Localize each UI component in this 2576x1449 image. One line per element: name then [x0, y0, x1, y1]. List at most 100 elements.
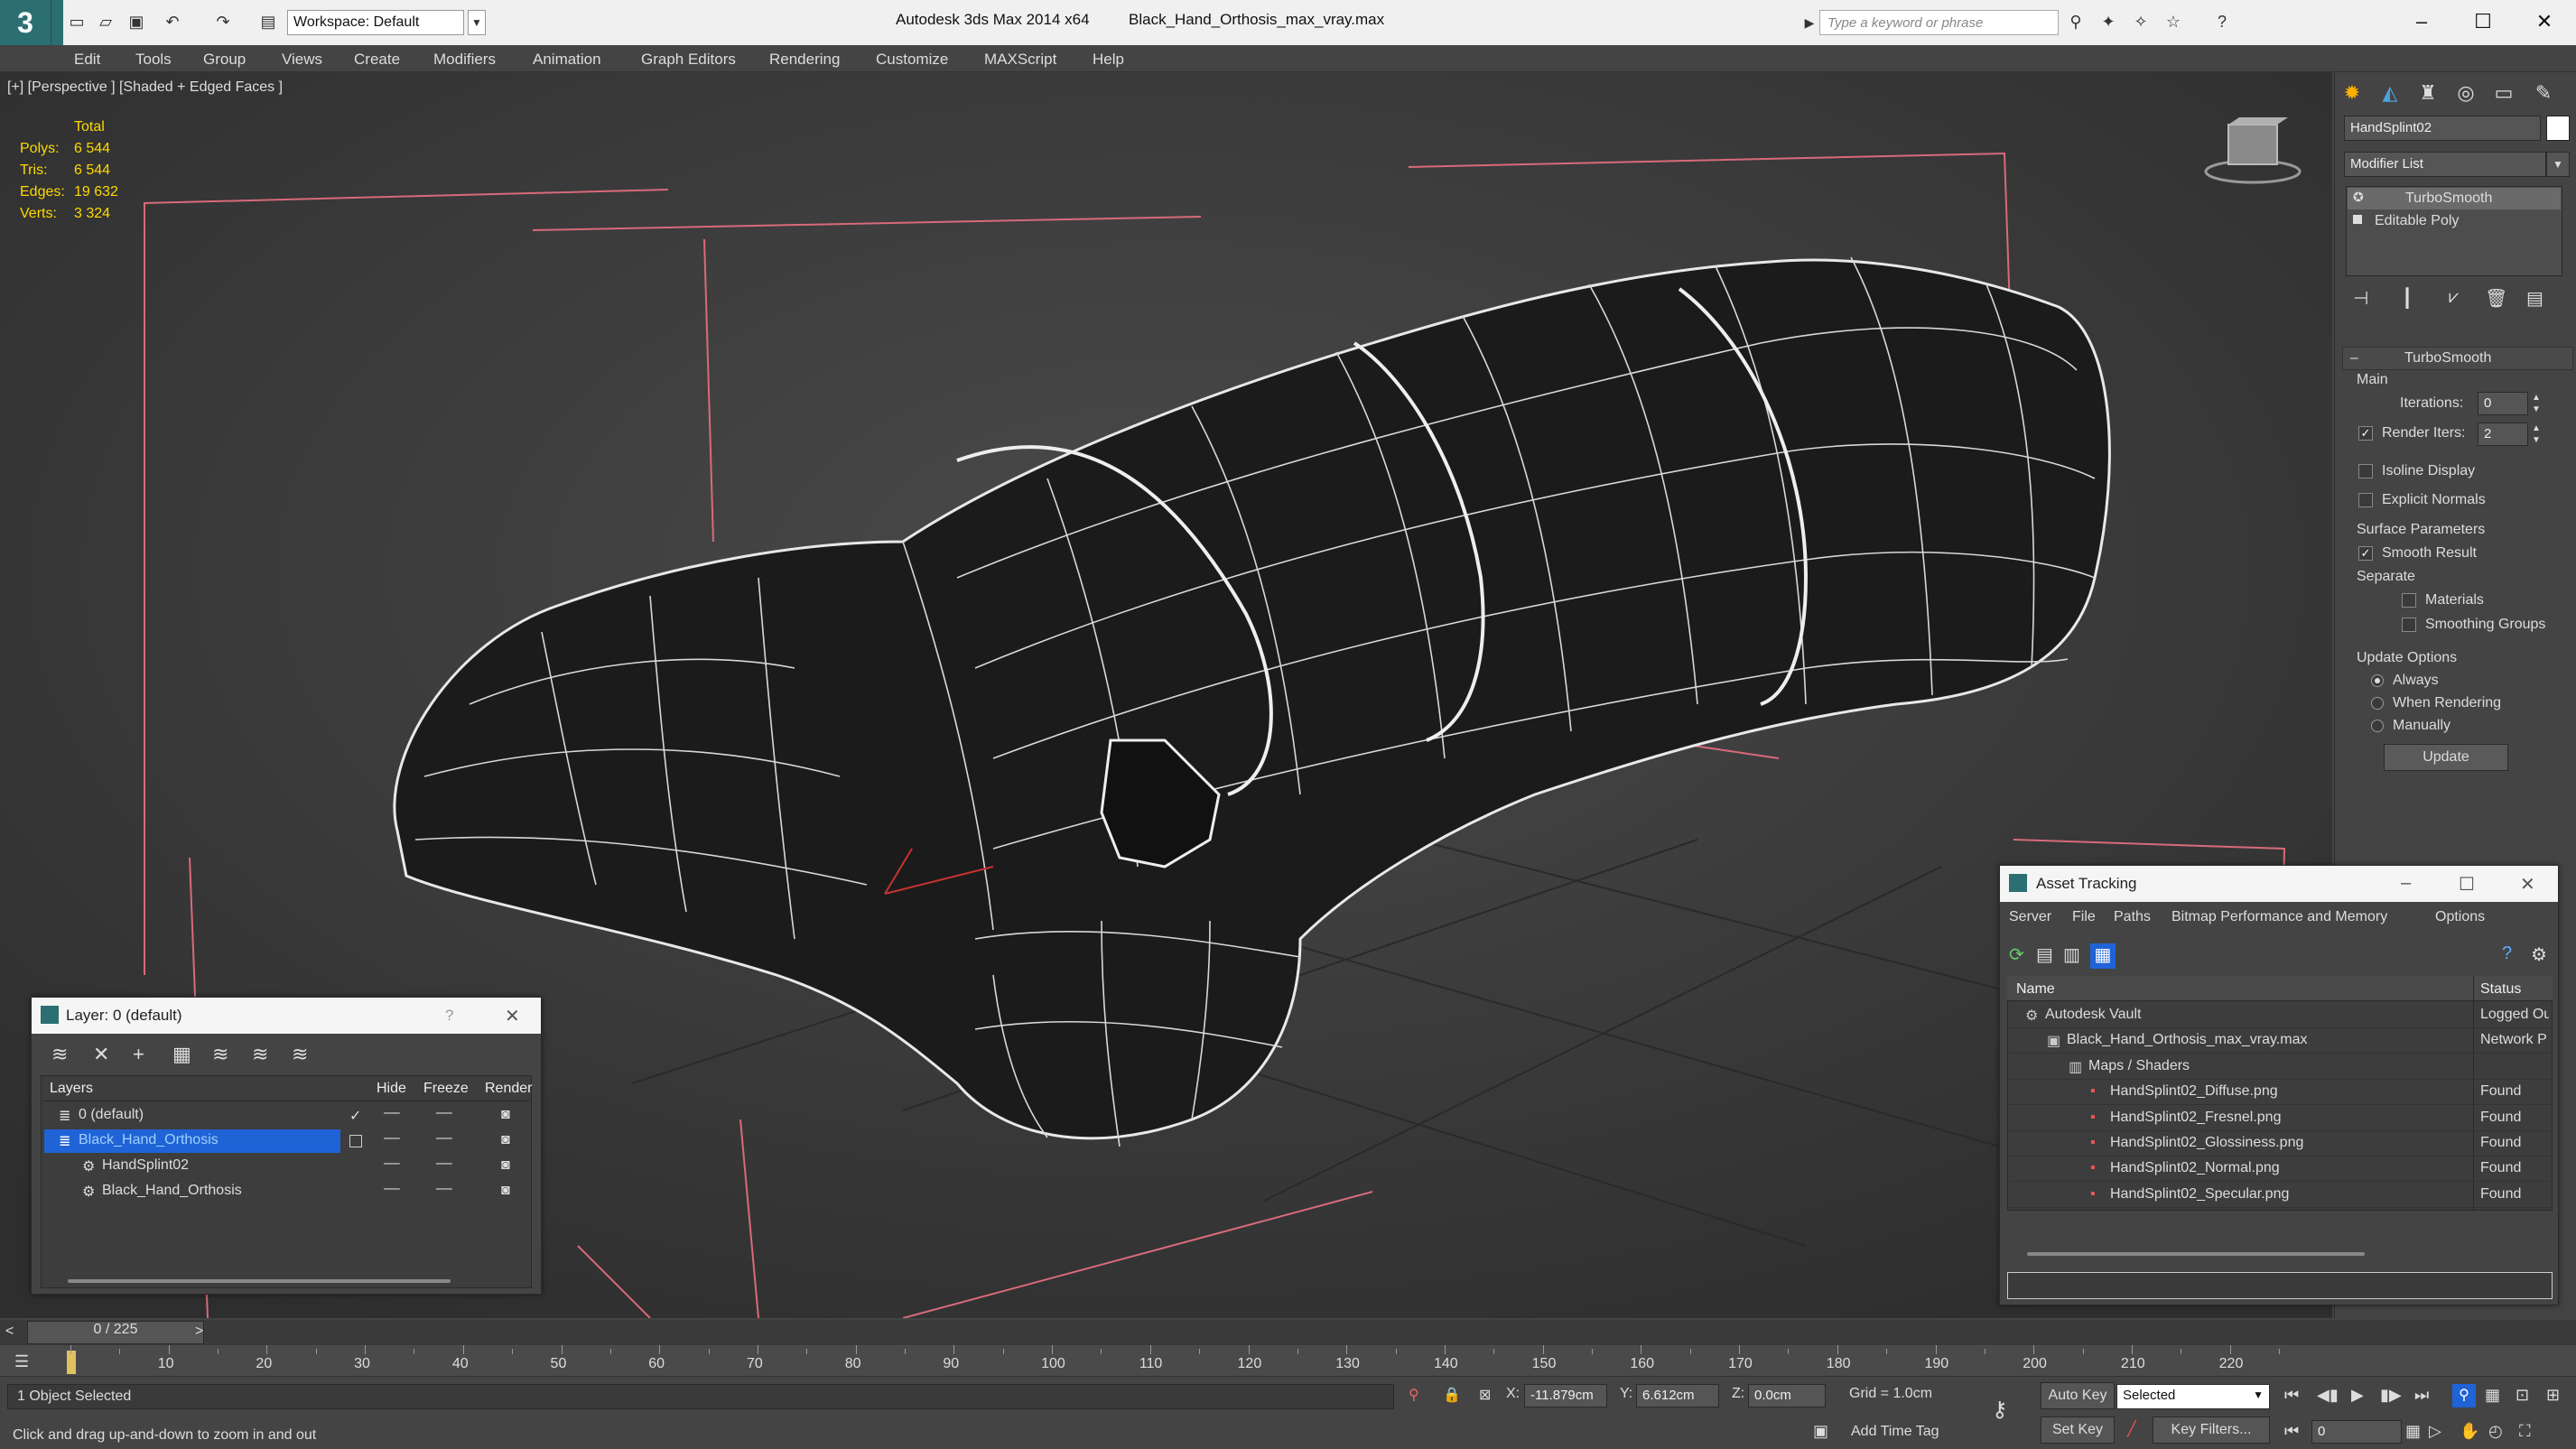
- render-iters-spinner[interactable]: 2: [2478, 423, 2528, 446]
- always-radio[interactable]: [2371, 674, 2384, 687]
- pan-icon[interactable]: ✋: [2460, 1422, 2479, 1441]
- highlight-selected-icon[interactable]: ≋: [212, 1043, 228, 1066]
- render-toggle-icon[interactable]: ◙: [501, 1107, 510, 1123]
- next-frame-icon[interactable]: ▮▶: [2380, 1386, 2402, 1405]
- asset-path-field[interactable]: [2007, 1272, 2553, 1299]
- lock-selection-icon[interactable]: 🔒: [1443, 1386, 1461, 1404]
- layer-row[interactable]: ≣ 0 (default) ✓ –– –– ◙: [42, 1104, 530, 1128]
- add-time-tag-label[interactable]: Add Time Tag: [1851, 1424, 1939, 1440]
- menu-help[interactable]: Help: [1093, 51, 1124, 69]
- layer-row[interactable]: ⚙ HandSplint02 –– –– ◙: [42, 1155, 530, 1178]
- save-icon[interactable]: ▣: [126, 12, 146, 32]
- search-expand-icon[interactable]: ▶: [1799, 13, 1819, 33]
- freeze-toggle-icon[interactable]: ––: [436, 1156, 452, 1172]
- zoom-extents-all-icon[interactable]: ⊞: [2546, 1386, 2560, 1405]
- asset-row[interactable]: ⚙ Autodesk Vault Logged Ou: [2009, 1003, 2551, 1028]
- project-folder-icon[interactable]: ▤: [258, 12, 278, 32]
- open-file-icon[interactable]: ▱: [96, 12, 116, 32]
- asset-row[interactable]: ▣ Black_Hand_Orthosis_max_vray.max Network…: [2009, 1028, 2551, 1054]
- search-input[interactable]: Type a keyword or phrase: [1819, 10, 2059, 35]
- refresh-icon[interactable]: ⟳: [2009, 943, 2024, 966]
- z-coordinate-field[interactable]: 0.0cm: [1748, 1384, 1826, 1407]
- explicit-normals-checkbox[interactable]: [2358, 493, 2373, 507]
- materials-checkbox[interactable]: [2402, 593, 2416, 608]
- hide-toggle-icon[interactable]: ––: [384, 1105, 400, 1121]
- zoom-icon[interactable]: ⚲: [2452, 1384, 2476, 1407]
- table-view-icon[interactable]: ▦: [2090, 943, 2116, 969]
- go-to-end-icon[interactable]: ⏭: [2414, 1386, 2429, 1405]
- render-toggle-icon[interactable]: ◙: [501, 1157, 510, 1174]
- status-column-header[interactable]: Status: [2480, 981, 2521, 998]
- when-rendering-radio[interactable]: [2371, 697, 2384, 710]
- isolate-icon[interactable]: ⚲: [1409, 1386, 1419, 1404]
- smoothing-groups-checkbox[interactable]: [2402, 618, 2416, 632]
- asset-dialog-titlebar[interactable]: Asset Tracking – ☐ ✕: [2000, 866, 2558, 902]
- asset-horizontal-scrollbar[interactable]: [2027, 1252, 2365, 1256]
- asset-settings-icon[interactable]: ⚙: [2531, 943, 2547, 966]
- key-filters-button[interactable]: Key Filters...: [2153, 1416, 2270, 1444]
- time-slider-thumb[interactable]: 0 / 225: [27, 1321, 204, 1344]
- time-slider-next-icon[interactable]: >: [195, 1324, 203, 1340]
- asset-menu-options[interactable]: Options: [2435, 909, 2485, 925]
- maximize-icon[interactable]: ☐: [2463, 5, 2503, 38]
- asset-dialog-close-icon[interactable]: ✕: [2520, 873, 2535, 896]
- render-column-header[interactable]: Render: [485, 1081, 532, 1097]
- key-mode-icon[interactable]: ╱: [2127, 1420, 2136, 1438]
- asset-row[interactable]: ▪ HandSplint02_Normal.png Found: [2009, 1156, 2551, 1183]
- hide-column-header[interactable]: Hide: [377, 1081, 406, 1097]
- select-objects-icon[interactable]: ▦: [172, 1043, 191, 1066]
- iterations-spinner[interactable]: 0: [2478, 392, 2528, 415]
- workspace-dropdown-arrow-icon[interactable]: ▼: [468, 10, 486, 35]
- asset-row[interactable]: ▪ HandSplint02_Diffuse.png Found: [2009, 1080, 2551, 1106]
- orbit-icon[interactable]: ◴: [2488, 1422, 2503, 1441]
- communication-icon[interactable]: ✧: [2131, 12, 2151, 32]
- menu-modifiers[interactable]: Modifiers: [433, 51, 496, 69]
- asset-dialog-minimize-icon[interactable]: –: [2401, 873, 2411, 894]
- freeze-toggle-icon[interactable]: ––: [436, 1130, 452, 1147]
- asset-dialog-maximize-icon[interactable]: ☐: [2459, 873, 2475, 896]
- layer-row[interactable]: ≣ Black_Hand_Orthosis –– –– ◙: [42, 1129, 530, 1153]
- smooth-result-checkbox[interactable]: ✓: [2358, 546, 2373, 561]
- y-coordinate-field[interactable]: 6.612cm: [1636, 1384, 1719, 1407]
- minimize-icon[interactable]: –: [2402, 5, 2441, 38]
- workspace-dropdown[interactable]: Workspace: Default: [287, 10, 464, 35]
- stack-item-turbosmooth[interactable]: ✪ TurboSmooth: [2348, 188, 2561, 209]
- menu-customize[interactable]: Customize: [876, 51, 948, 69]
- create-layer-icon[interactable]: ≋: [51, 1043, 68, 1066]
- turbosmooth-rollout-header[interactable]: – TurboSmooth: [2342, 347, 2573, 370]
- render-iters-checkbox[interactable]: ✓: [2358, 426, 2373, 441]
- freeze-toggle-icon[interactable]: ––: [436, 1181, 452, 1197]
- render-toggle-icon[interactable]: ◙: [501, 1132, 510, 1148]
- app-menu-arrow-icon[interactable]: [51, 0, 63, 45]
- auto-key-button[interactable]: Auto Key: [2041, 1382, 2115, 1409]
- isoline-display-checkbox[interactable]: [2358, 464, 2373, 478]
- asset-menu-paths[interactable]: Paths: [2114, 909, 2151, 925]
- render-iters-spinner-arrows-icon[interactable]: ▲ ▼: [2532, 423, 2541, 446]
- layer-dialog-close-icon[interactable]: ✕: [505, 1005, 520, 1027]
- hide-toggle-icon[interactable]: ––: [384, 1156, 400, 1172]
- asset-row[interactable]: ▪ HandSplint02_Specular.png Found: [2009, 1183, 2551, 1208]
- modifier-list-arrow-icon[interactable]: ▼: [2546, 152, 2570, 177]
- viewport-label[interactable]: [+] [Perspective ] [Shaded + Edged Faces…: [7, 79, 283, 96]
- utilities-tab-icon[interactable]: ✎: [2528, 78, 2559, 108]
- make-unique-icon[interactable]: ⩗: [2449, 287, 2459, 308]
- set-current-box-icon[interactable]: [349, 1135, 362, 1147]
- zoom-extents-icon[interactable]: ⊡: [2516, 1386, 2529, 1405]
- asset-menu-bitmap-performance[interactable]: Bitmap Performance and Memory: [2171, 909, 2387, 925]
- hierarchy-tab-icon[interactable]: ♜: [2413, 78, 2443, 108]
- menu-group[interactable]: Group: [203, 51, 246, 69]
- current-frame-field[interactable]: 0: [2311, 1420, 2402, 1444]
- freeze-toggle-icon[interactable]: ––: [436, 1105, 452, 1121]
- manually-radio[interactable]: [2371, 720, 2384, 732]
- absolute-mode-icon[interactable]: ⊠: [1479, 1386, 1491, 1404]
- selection-set-dropdown[interactable]: Selected ▼: [2116, 1384, 2270, 1409]
- delete-layer-icon[interactable]: ✕: [93, 1043, 109, 1066]
- create-tab-icon[interactable]: ✹: [2337, 78, 2367, 108]
- close-icon[interactable]: ✕: [2525, 5, 2564, 38]
- display-tab-icon[interactable]: ▭: [2488, 78, 2519, 108]
- pin-stack-icon[interactable]: ⊣: [2353, 287, 2368, 310]
- new-file-icon[interactable]: ▭: [67, 12, 87, 32]
- go-to-start-icon[interactable]: ⏮: [2284, 1386, 2299, 1405]
- play-icon[interactable]: ▶: [2351, 1386, 2364, 1405]
- menu-rendering[interactable]: Rendering: [769, 51, 840, 69]
